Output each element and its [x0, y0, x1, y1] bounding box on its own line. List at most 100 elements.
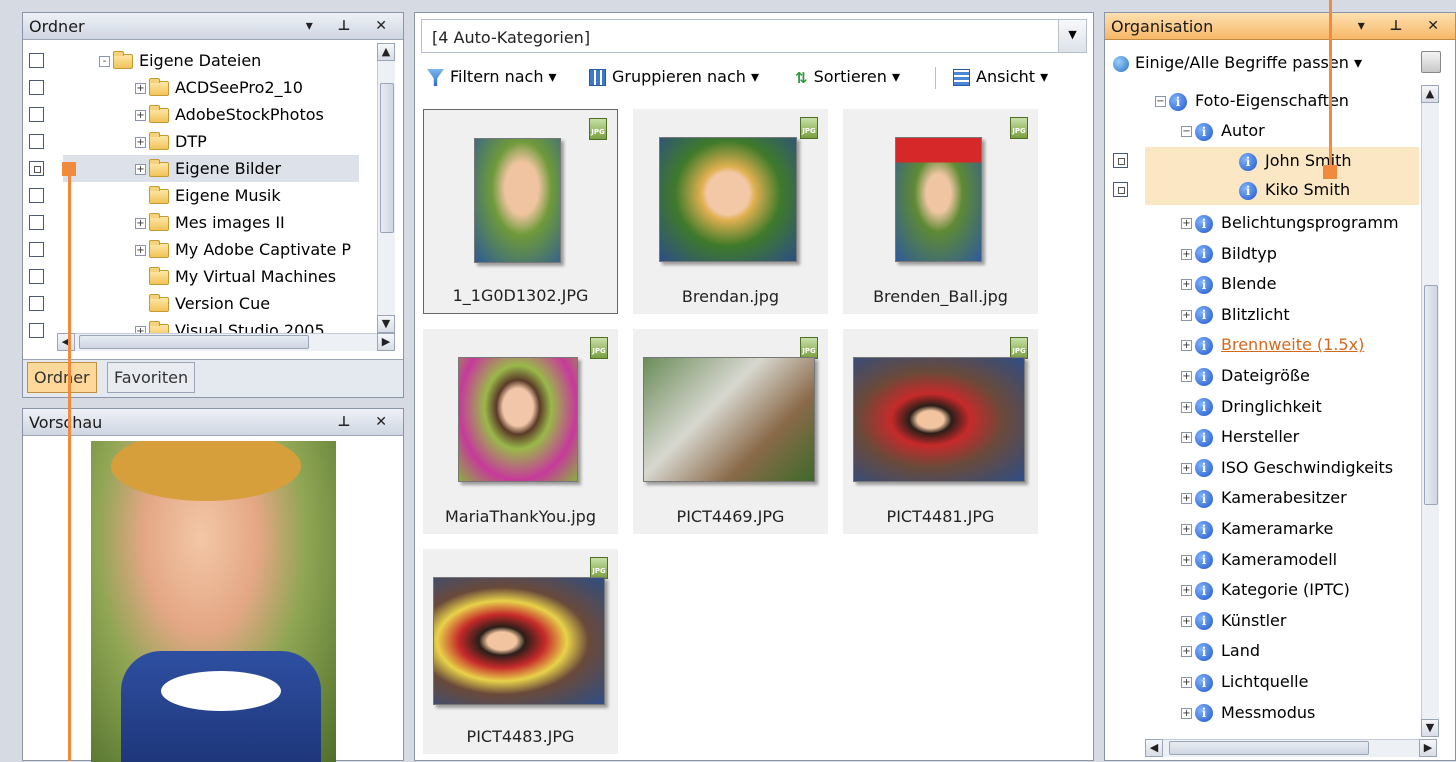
tree-item-property[interactable]: + i Bildtyp: [1181, 240, 1277, 267]
horizontal-scrollbar[interactable]: ◀ ▶: [1145, 739, 1437, 757]
collapse-icon[interactable]: -: [99, 56, 110, 67]
tree-item-property[interactable]: + i Land: [1181, 637, 1260, 664]
expand-icon[interactable]: +: [1181, 279, 1192, 291]
scroll-thumb[interactable]: [1169, 741, 1369, 755]
expand-icon[interactable]: +: [135, 137, 146, 148]
folder-checkbox[interactable]: [29, 323, 44, 338]
tree-item-author-name[interactable]: i Kiko Smith: [1225, 176, 1350, 203]
expand-icon[interactable]: +: [1181, 585, 1192, 597]
folder-tree-item[interactable]: + Mes images II: [135, 209, 285, 236]
thumbnail-item[interactable]: JPG PICT4481.JPG: [843, 329, 1038, 534]
panel-controls[interactable]: ▾ ⊥ ✕: [306, 13, 397, 40]
tree-item-property[interactable]: + i Blitzlicht: [1181, 301, 1290, 328]
scroll-right-icon[interactable]: ▶: [377, 333, 395, 351]
expand-icon[interactable]: +: [1181, 615, 1192, 627]
folder-tree-item[interactable]: + My Adobe Captivate P: [135, 236, 351, 263]
thumbnail-item[interactable]: JPG 1_1G0D1302.JPG: [423, 109, 618, 314]
expand-icon[interactable]: +: [1181, 554, 1192, 566]
expand-icon[interactable]: +: [1181, 248, 1192, 260]
thumbnail-item[interactable]: JPG Brendan.jpg: [633, 109, 828, 314]
expand-icon[interactable]: +: [1181, 677, 1192, 688]
vertical-scrollbar[interactable]: ▲ ▼: [377, 43, 395, 333]
scroll-left-icon[interactable]: ◀: [57, 333, 75, 351]
collapse-icon[interactable]: −: [1155, 96, 1166, 107]
panel-controls[interactable]: ⊥ ✕: [338, 409, 397, 436]
folder-tree-item[interactable]: My Virtual Machines: [135, 263, 336, 290]
tab-ordner[interactable]: Ordner: [27, 362, 97, 393]
scroll-thumb[interactable]: [1424, 285, 1438, 505]
folder-tree-item[interactable]: + ACDSeePro2_10: [135, 74, 303, 101]
group-button[interactable]: Gruppieren nach ▾: [589, 67, 759, 86]
scroll-thumb[interactable]: [79, 335, 309, 349]
folder-checkbox[interactable]: [29, 161, 44, 176]
scroll-down-icon[interactable]: ▼: [1421, 719, 1439, 737]
tree-item-property[interactable]: + i Messmodus: [1181, 699, 1315, 726]
tree-item-property[interactable]: + i Dateigröße: [1181, 362, 1310, 389]
expand-icon[interactable]: +: [1181, 309, 1192, 321]
folder-checkbox[interactable]: [29, 188, 44, 203]
folder-tree-item[interactable]: Eigene Musik: [135, 182, 281, 209]
vertical-scrollbar[interactable]: ▲ ▼: [1421, 85, 1439, 737]
tree-item-property[interactable]: + i Dringlichkeit: [1181, 393, 1322, 420]
folder-checkbox[interactable]: [29, 215, 44, 230]
document-icon[interactable]: [1421, 51, 1441, 73]
folder-tree-item[interactable]: - Eigene Dateien: [99, 47, 261, 74]
tree-item-property[interactable]: + i Kameramodell: [1181, 546, 1337, 573]
expand-icon[interactable]: +: [135, 83, 146, 94]
thumbnail-item[interactable]: JPG PICT4469.JPG: [633, 329, 828, 534]
tree-item-property[interactable]: + i Blende: [1181, 270, 1276, 297]
expand-icon[interactable]: +: [1181, 493, 1192, 505]
folder-tree-item[interactable]: + AdobeStockPhotos: [135, 101, 324, 128]
expand-icon[interactable]: +: [1181, 218, 1192, 229]
tree-item-property[interactable]: + i Hersteller: [1181, 423, 1299, 450]
scroll-left-icon[interactable]: ◀: [1145, 739, 1163, 757]
expand-icon[interactable]: +: [1181, 340, 1192, 352]
scroll-thumb[interactable]: [380, 83, 394, 233]
combo-dropdown-icon[interactable]: ▼: [1058, 20, 1086, 52]
folder-checkbox[interactable]: [29, 296, 44, 311]
expand-icon[interactable]: +: [135, 164, 146, 175]
match-mode-button[interactable]: Einige/Alle Begriffe passen ▾: [1113, 53, 1362, 72]
thumbnail-item[interactable]: JPG PICT4483.JPG: [423, 549, 618, 754]
expand-icon[interactable]: +: [1181, 401, 1192, 413]
thumbnail-item[interactable]: JPG MariaThankYou.jpg: [423, 329, 618, 534]
tab-favoriten[interactable]: Favoriten: [107, 362, 196, 393]
folder-tree-item[interactable]: + Eigene Bilder: [63, 155, 359, 182]
tree-item-property[interactable]: + i ISO Geschwindigkeits: [1181, 454, 1393, 481]
horizontal-scrollbar[interactable]: ◀ ▶: [57, 333, 395, 351]
view-button[interactable]: Ansicht ▾: [953, 67, 1048, 86]
tree-item-property[interactable]: + i Brennweite (1.5x): [1181, 331, 1364, 358]
tree-item-property[interactable]: + i Kategorie (IPTC): [1181, 576, 1350, 603]
folder-tree-item[interactable]: Version Cue: [135, 290, 270, 317]
tree-item-root[interactable]: − i Foto-Eigenschaften: [1155, 87, 1349, 114]
collapse-icon[interactable]: −: [1181, 126, 1192, 137]
expand-icon[interactable]: +: [1181, 524, 1192, 535]
expand-icon[interactable]: +: [135, 110, 146, 121]
author-checkbox[interactable]: [1113, 153, 1128, 168]
folder-checkbox[interactable]: [29, 242, 44, 257]
folder-tree-item[interactable]: + DTP: [135, 128, 207, 155]
filter-button[interactable]: Filtern nach ▾: [427, 67, 557, 86]
folder-checkbox[interactable]: [29, 53, 44, 68]
scroll-up-icon[interactable]: ▲: [377, 43, 395, 61]
author-checkbox[interactable]: [1113, 182, 1128, 197]
tree-item-property[interactable]: + i Kamerabesitzer: [1181, 484, 1347, 511]
folder-checkbox[interactable]: [29, 80, 44, 95]
panel-controls[interactable]: ▾ ⊥ ✕: [1358, 13, 1449, 40]
scroll-up-icon[interactable]: ▲: [1421, 85, 1439, 103]
scroll-right-icon[interactable]: ▶: [1419, 739, 1437, 757]
expand-icon[interactable]: +: [1181, 707, 1192, 719]
expand-icon[interactable]: +: [135, 218, 146, 229]
category-combobox[interactable]: [4 Auto-Kategorien] ▼: [421, 19, 1087, 53]
thumbnail-item[interactable]: JPG Brenden_Ball.jpg: [843, 109, 1038, 314]
folder-checkbox[interactable]: [29, 269, 44, 284]
expand-icon[interactable]: +: [135, 245, 146, 256]
expand-icon[interactable]: +: [1181, 646, 1192, 658]
expand-icon[interactable]: +: [1181, 432, 1192, 444]
scroll-down-icon[interactable]: ▼: [377, 315, 395, 333]
folder-checkbox[interactable]: [29, 107, 44, 122]
folder-checkbox[interactable]: [29, 134, 44, 149]
tree-item-property[interactable]: + i Lichtquelle: [1181, 668, 1308, 695]
tree-item-property[interactable]: + i Künstler: [1181, 607, 1286, 634]
tree-item-author[interactable]: − i Autor: [1181, 117, 1265, 144]
